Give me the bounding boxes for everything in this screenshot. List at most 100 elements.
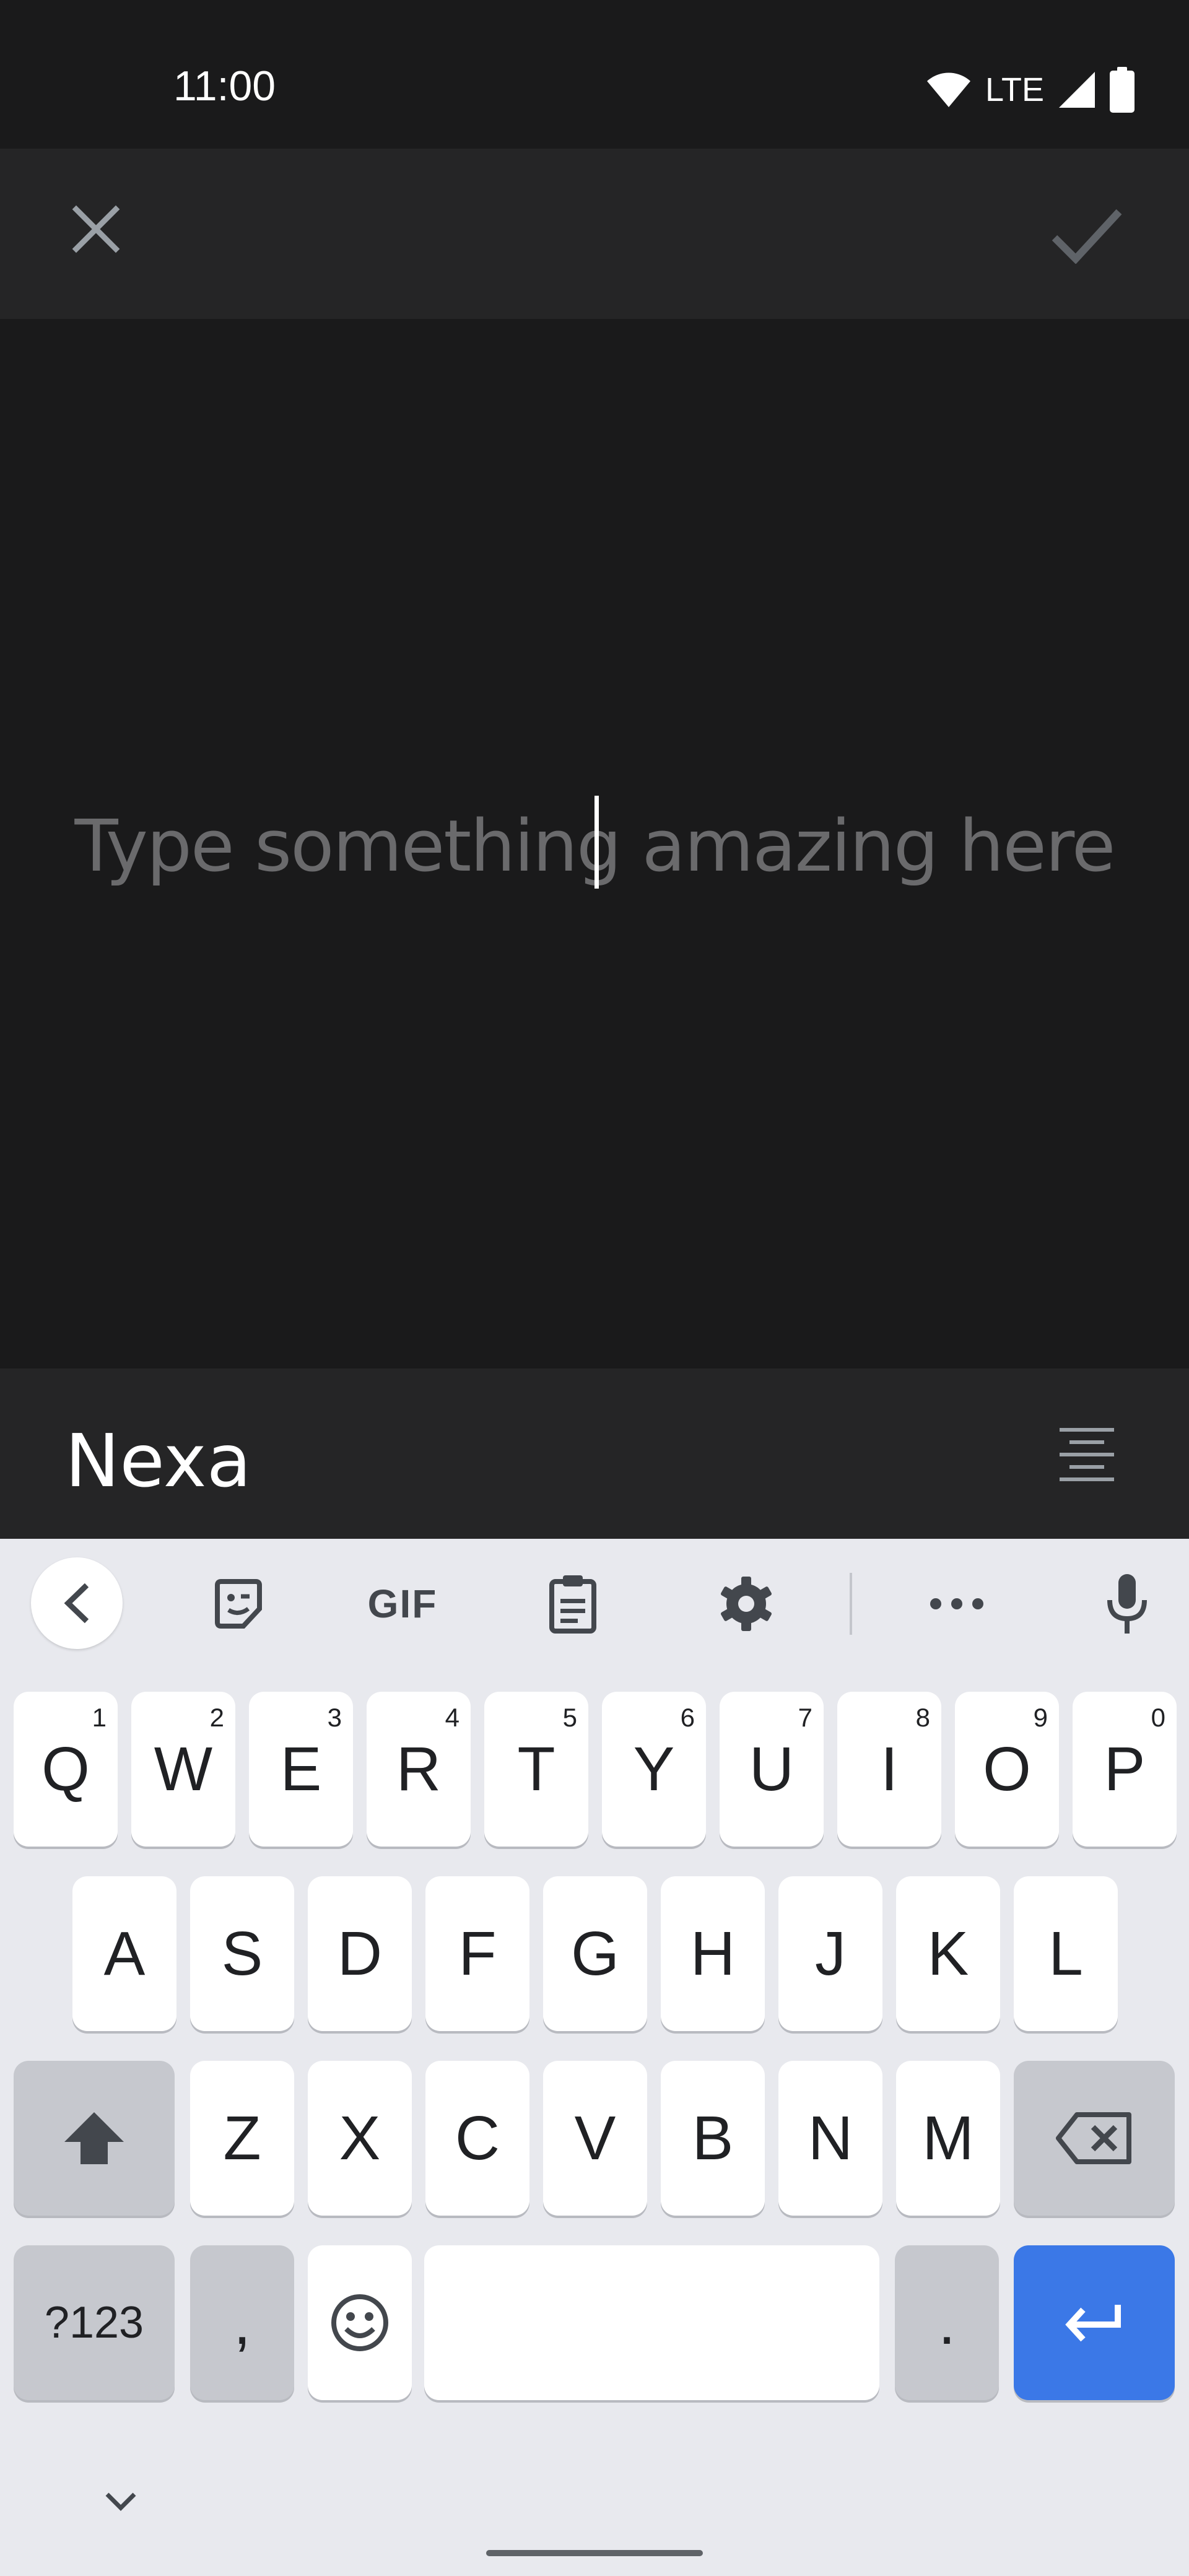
key-u[interactable]: U7 bbox=[720, 1692, 824, 1847]
symbols-key-label: ?123 bbox=[44, 2298, 144, 2348]
key-z-label: Z bbox=[223, 2103, 261, 2173]
key-g-label: G bbox=[571, 1918, 619, 1988]
key-e-hint: 3 bbox=[327, 1703, 342, 1732]
key-n-label: N bbox=[808, 2103, 853, 2173]
backspace-icon bbox=[1056, 2112, 1131, 2164]
key-g[interactable]: G bbox=[543, 1876, 647, 2031]
key-o-hint: 9 bbox=[1033, 1703, 1048, 1732]
key-s[interactable]: S bbox=[190, 1876, 294, 2031]
emoji-key[interactable] bbox=[308, 2245, 412, 2400]
shift-key[interactable] bbox=[14, 2061, 175, 2216]
key-t-label: T bbox=[517, 1734, 555, 1804]
key-w[interactable]: W2 bbox=[131, 1692, 235, 1847]
key-j[interactable]: J bbox=[778, 1876, 882, 2031]
network-type-label: LTE bbox=[985, 71, 1044, 108]
key-q-label: Q bbox=[41, 1734, 90, 1804]
enter-icon bbox=[1065, 2305, 1121, 2342]
key-l[interactable]: L bbox=[1014, 1876, 1118, 2031]
comma-key[interactable]: , bbox=[190, 2245, 294, 2400]
battery-icon bbox=[1110, 67, 1135, 113]
key-u-hint: 7 bbox=[798, 1703, 812, 1732]
key-m-label: M bbox=[922, 2103, 974, 2173]
more-horizontal-icon bbox=[930, 1598, 983, 1609]
emoji-icon bbox=[331, 2294, 388, 2351]
more-options-button[interactable] bbox=[917, 1567, 997, 1641]
hide-keyboard-button[interactable] bbox=[87, 2477, 155, 2526]
period-key[interactable]: . bbox=[895, 2245, 999, 2400]
settings-button[interactable] bbox=[706, 1567, 786, 1641]
key-h[interactable]: H bbox=[661, 1876, 765, 2031]
key-x[interactable]: X bbox=[308, 2061, 412, 2216]
key-w-label: W bbox=[154, 1734, 213, 1804]
align-button[interactable] bbox=[1043, 1418, 1130, 1492]
keyboard-back-button[interactable] bbox=[31, 1557, 123, 1649]
key-b-label: B bbox=[692, 2103, 734, 2173]
key-n[interactable]: N bbox=[778, 2061, 882, 2216]
key-f-label: F bbox=[458, 1918, 497, 1988]
key-r-hint: 4 bbox=[445, 1703, 459, 1732]
key-x-label: X bbox=[339, 2103, 381, 2173]
period-key-label: . bbox=[938, 2287, 956, 2357]
key-t-hint: 5 bbox=[562, 1703, 577, 1732]
key-s-label: S bbox=[221, 1918, 263, 1988]
wifi-icon bbox=[926, 72, 970, 107]
enter-key[interactable] bbox=[1014, 2245, 1175, 2400]
key-j-label: J bbox=[815, 1918, 846, 1988]
key-t[interactable]: T5 bbox=[484, 1692, 588, 1847]
status-icons: LTE bbox=[926, 67, 1135, 113]
toolbar-divider bbox=[850, 1573, 852, 1635]
key-i[interactable]: I8 bbox=[837, 1692, 941, 1847]
key-b[interactable]: B bbox=[661, 2061, 765, 2216]
key-u-label: U bbox=[749, 1734, 795, 1804]
key-e-label: E bbox=[280, 1734, 322, 1804]
key-q[interactable]: Q1 bbox=[14, 1692, 118, 1847]
key-k[interactable]: K bbox=[896, 1876, 1000, 2031]
key-k-label: K bbox=[927, 1918, 969, 1988]
key-d[interactable]: D bbox=[308, 1876, 412, 2031]
space-key[interactable] bbox=[424, 2245, 879, 2400]
key-r[interactable]: R4 bbox=[367, 1692, 471, 1847]
check-icon bbox=[1052, 209, 1122, 264]
key-a[interactable]: A bbox=[72, 1876, 176, 2031]
comma-key-label: , bbox=[233, 2287, 251, 2357]
key-q-hint: 1 bbox=[92, 1703, 107, 1732]
key-f[interactable]: F bbox=[425, 1876, 529, 2031]
symbols-key[interactable]: ?123 bbox=[14, 2245, 175, 2400]
key-p-hint: 0 bbox=[1151, 1703, 1165, 1732]
shift-icon bbox=[64, 2112, 124, 2164]
key-m[interactable]: M bbox=[896, 2061, 1000, 2216]
signal-icon bbox=[1059, 72, 1095, 108]
key-y-hint: 6 bbox=[680, 1703, 695, 1732]
backspace-key[interactable] bbox=[1014, 2061, 1175, 2216]
align-center-icon bbox=[1060, 1428, 1114, 1481]
key-v[interactable]: V bbox=[543, 2061, 647, 2216]
clipboard-icon bbox=[549, 1575, 596, 1634]
key-c-label: C bbox=[455, 2103, 500, 2173]
confirm-button[interactable] bbox=[1034, 189, 1139, 282]
key-h-label: H bbox=[690, 1918, 736, 1988]
key-o[interactable]: O9 bbox=[955, 1692, 1059, 1847]
close-button[interactable] bbox=[56, 189, 136, 269]
key-z[interactable]: Z bbox=[190, 2061, 294, 2216]
key-e[interactable]: E3 bbox=[249, 1692, 353, 1847]
key-o-label: O bbox=[983, 1734, 1031, 1804]
clipboard-button[interactable] bbox=[533, 1567, 613, 1641]
key-p-label: P bbox=[1104, 1734, 1146, 1804]
key-c[interactable]: C bbox=[425, 2061, 529, 2216]
voice-input-button[interactable] bbox=[1087, 1567, 1167, 1641]
key-r-label: R bbox=[396, 1734, 442, 1804]
key-i-hint: 8 bbox=[915, 1703, 930, 1732]
chevron-left-icon bbox=[64, 1583, 89, 1624]
key-i-label: I bbox=[881, 1734, 898, 1804]
home-indicator[interactable] bbox=[486, 2550, 703, 2556]
font-selector[interactable]: Nexa bbox=[65, 1418, 251, 1503]
key-d-label: D bbox=[337, 1918, 383, 1988]
key-y-label: Y bbox=[633, 1734, 675, 1804]
key-p[interactable]: P0 bbox=[1073, 1692, 1177, 1847]
key-y[interactable]: Y6 bbox=[602, 1692, 706, 1847]
gif-button[interactable]: GIF bbox=[356, 1567, 449, 1641]
sticker-button[interactable] bbox=[198, 1567, 279, 1641]
key-w-hint: 2 bbox=[209, 1703, 224, 1732]
status-time: 11:00 bbox=[173, 63, 276, 110]
sticker-icon bbox=[215, 1579, 262, 1629]
